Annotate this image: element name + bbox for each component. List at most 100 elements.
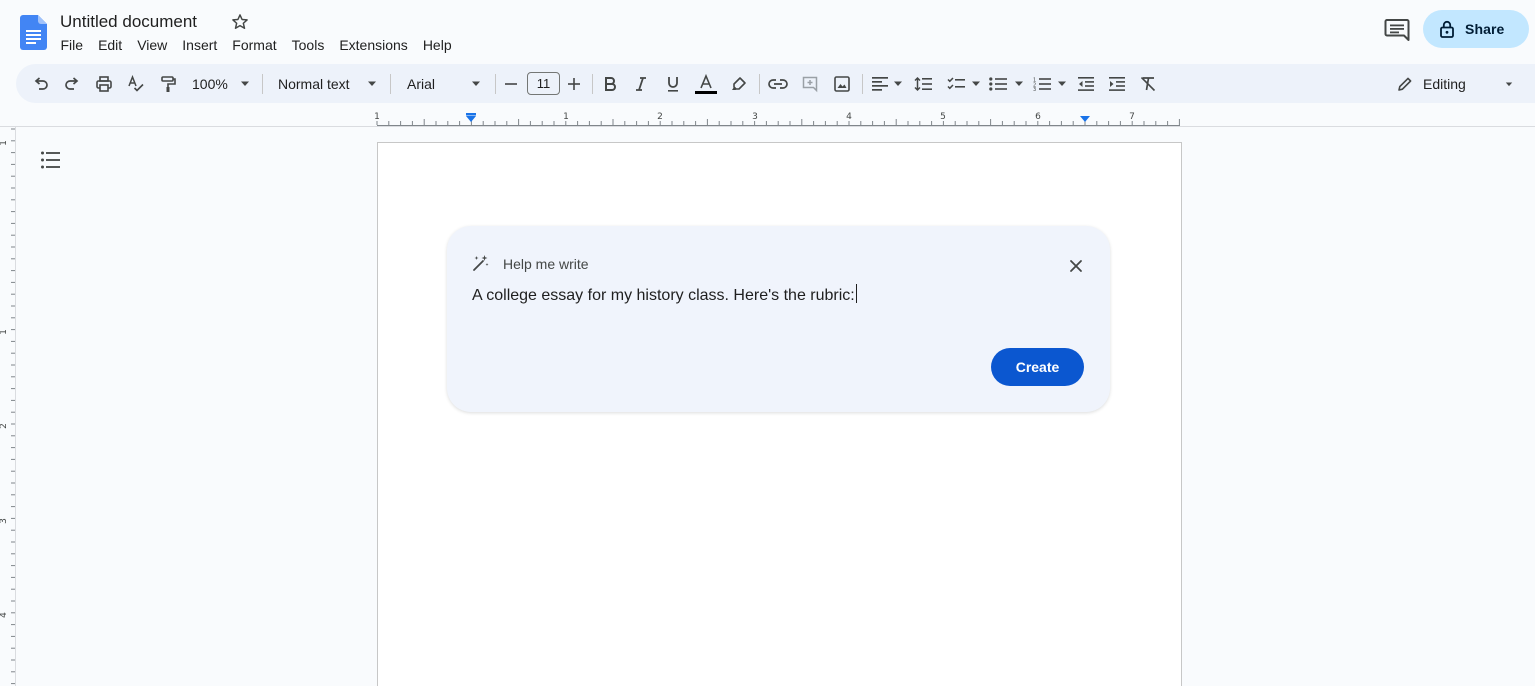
toolbar-divider bbox=[390, 74, 391, 94]
numbered-list-icon: 1 2 3 bbox=[1033, 78, 1051, 91]
bold-button[interactable] bbox=[599, 72, 621, 96]
menu-tools[interactable]: Tools bbox=[284, 35, 332, 55]
highlight-color-button[interactable] bbox=[728, 72, 750, 96]
zoom-select[interactable]: 100% bbox=[192, 72, 228, 96]
toolbar-divider bbox=[862, 74, 863, 94]
italic-icon bbox=[636, 77, 646, 91]
link-icon bbox=[768, 79, 788, 89]
spellcheck-button[interactable] bbox=[124, 72, 148, 96]
paragraph-style-select[interactable]: Normal text bbox=[278, 72, 350, 96]
undo-button[interactable] bbox=[30, 72, 52, 96]
zoom-chevron-down-icon bbox=[240, 72, 250, 96]
menu-bar: File Edit View Insert Format Tools Exten… bbox=[53, 35, 459, 55]
line-spacing-button[interactable] bbox=[912, 72, 934, 96]
redo-icon bbox=[65, 77, 79, 90]
vertical-ruler-label: 1 bbox=[0, 329, 9, 335]
close-icon[interactable] bbox=[1067, 257, 1085, 275]
clear-formatting-button[interactable] bbox=[1137, 72, 1159, 96]
menu-edit[interactable]: Edit bbox=[91, 35, 130, 55]
style-chevron-down-icon bbox=[367, 72, 377, 96]
share-label: Share bbox=[1465, 21, 1505, 37]
decrease-indent-button[interactable] bbox=[1075, 72, 1097, 96]
first-line-indent-marker bbox=[466, 113, 476, 116]
paint-format-button[interactable] bbox=[156, 72, 180, 96]
star-icon[interactable] bbox=[230, 12, 250, 32]
text-color-button[interactable] bbox=[694, 72, 718, 96]
insert-image-button[interactable] bbox=[831, 72, 853, 96]
ruler-label: 1 bbox=[563, 112, 569, 122]
numbered-list-button[interactable]: 1 2 3 bbox=[1032, 72, 1052, 96]
align-button[interactable] bbox=[870, 72, 890, 96]
document-outline-icon[interactable] bbox=[40, 150, 62, 170]
font-select[interactable]: Arial bbox=[407, 72, 435, 96]
document-title[interactable]: Untitled document bbox=[60, 11, 197, 33]
menu-format[interactable]: Format bbox=[225, 35, 284, 55]
italic-button[interactable] bbox=[630, 72, 652, 96]
docs-logo-icon[interactable] bbox=[20, 15, 47, 50]
plus-icon bbox=[568, 78, 580, 90]
formatting-toolbar: 100% Normal text Arial 11 1 2 3 Editing bbox=[16, 64, 1535, 103]
share-button[interactable]: Share bbox=[1423, 10, 1529, 48]
ruler-ticks: 1 1 2 3 4 5 6 7 bbox=[374, 112, 1180, 126]
add-comment-button[interactable] bbox=[799, 72, 821, 96]
comments-icon[interactable] bbox=[1383, 17, 1411, 43]
toolbar-divider bbox=[759, 74, 760, 94]
right-indent-marker bbox=[1080, 116, 1090, 122]
line-spacing-icon bbox=[914, 76, 932, 92]
create-button[interactable]: Create bbox=[991, 348, 1084, 386]
print-icon bbox=[96, 76, 112, 92]
help-me-write-title: Help me write bbox=[503, 256, 589, 272]
bulleted-list-icon bbox=[989, 77, 1007, 91]
title-bar: Untitled document File Edit View Insert … bbox=[0, 0, 1535, 62]
left-indent-marker bbox=[466, 116, 476, 122]
redo-button[interactable] bbox=[61, 72, 83, 96]
menu-help[interactable]: Help bbox=[415, 35, 459, 55]
font-size-input[interactable]: 11 bbox=[527, 72, 560, 95]
vertical-ruler-label: 2 bbox=[0, 423, 9, 429]
insert-link-button[interactable] bbox=[766, 72, 790, 96]
ruler-label: 7 bbox=[1129, 112, 1135, 122]
vertical-ruler[interactable]: 1 1 2 3 4 bbox=[0, 127, 16, 686]
help-me-write-panel: Help me write A college essay for my his… bbox=[447, 226, 1110, 412]
image-icon bbox=[834, 76, 850, 92]
print-button[interactable] bbox=[92, 72, 116, 96]
align-left-icon bbox=[872, 77, 888, 91]
menu-file[interactable]: File bbox=[53, 35, 91, 55]
editing-mode-select[interactable]: Editing bbox=[1423, 72, 1466, 96]
vertical-ruler-label: 3 bbox=[0, 518, 9, 524]
bulleted-list-button[interactable] bbox=[988, 72, 1008, 96]
editing-mode-pencil-icon bbox=[1395, 72, 1415, 96]
underline-icon bbox=[668, 77, 678, 92]
checklist-chevron-down-icon bbox=[971, 72, 981, 96]
toolbar-divider bbox=[495, 74, 496, 94]
text-color-icon bbox=[695, 73, 717, 94]
mode-chevron-down-icon bbox=[1505, 72, 1515, 96]
underline-button[interactable] bbox=[662, 72, 684, 96]
ruler-label: 2 bbox=[657, 112, 663, 122]
minus-icon bbox=[505, 83, 517, 85]
font-chevron-down-icon bbox=[471, 72, 481, 96]
spellcheck-icon bbox=[128, 75, 144, 92]
lock-icon bbox=[1440, 20, 1454, 38]
vertical-ruler-ticks: 1 1 2 3 4 bbox=[0, 128, 15, 685]
menu-view[interactable]: View bbox=[130, 35, 175, 55]
vertical-ruler-label: 1 bbox=[0, 140, 9, 146]
decrease-font-size-button[interactable] bbox=[502, 72, 520, 96]
menu-extensions[interactable]: Extensions bbox=[332, 35, 415, 55]
clear-formatting-icon bbox=[1140, 76, 1156, 92]
document-page[interactable] bbox=[377, 142, 1182, 686]
checklist-button[interactable] bbox=[945, 72, 967, 96]
paint-format-icon bbox=[161, 76, 176, 92]
undo-icon bbox=[34, 77, 48, 90]
bullets-chevron-down-icon bbox=[1014, 72, 1024, 96]
numbering-chevron-down-icon bbox=[1057, 72, 1067, 96]
highlighter-icon bbox=[732, 77, 746, 90]
increase-indent-button[interactable] bbox=[1106, 72, 1128, 96]
prompt-input[interactable]: A college essay for my history class. He… bbox=[472, 284, 857, 306]
magic-wand-icon bbox=[473, 255, 489, 271]
horizontal-ruler[interactable]: 1 1 2 3 4 5 6 7 bbox=[0, 105, 1535, 127]
increase-font-size-button[interactable] bbox=[565, 72, 583, 96]
menu-insert[interactable]: Insert bbox=[175, 35, 225, 55]
ruler-label: 1 bbox=[374, 112, 380, 122]
ruler-label: 6 bbox=[1035, 112, 1041, 122]
